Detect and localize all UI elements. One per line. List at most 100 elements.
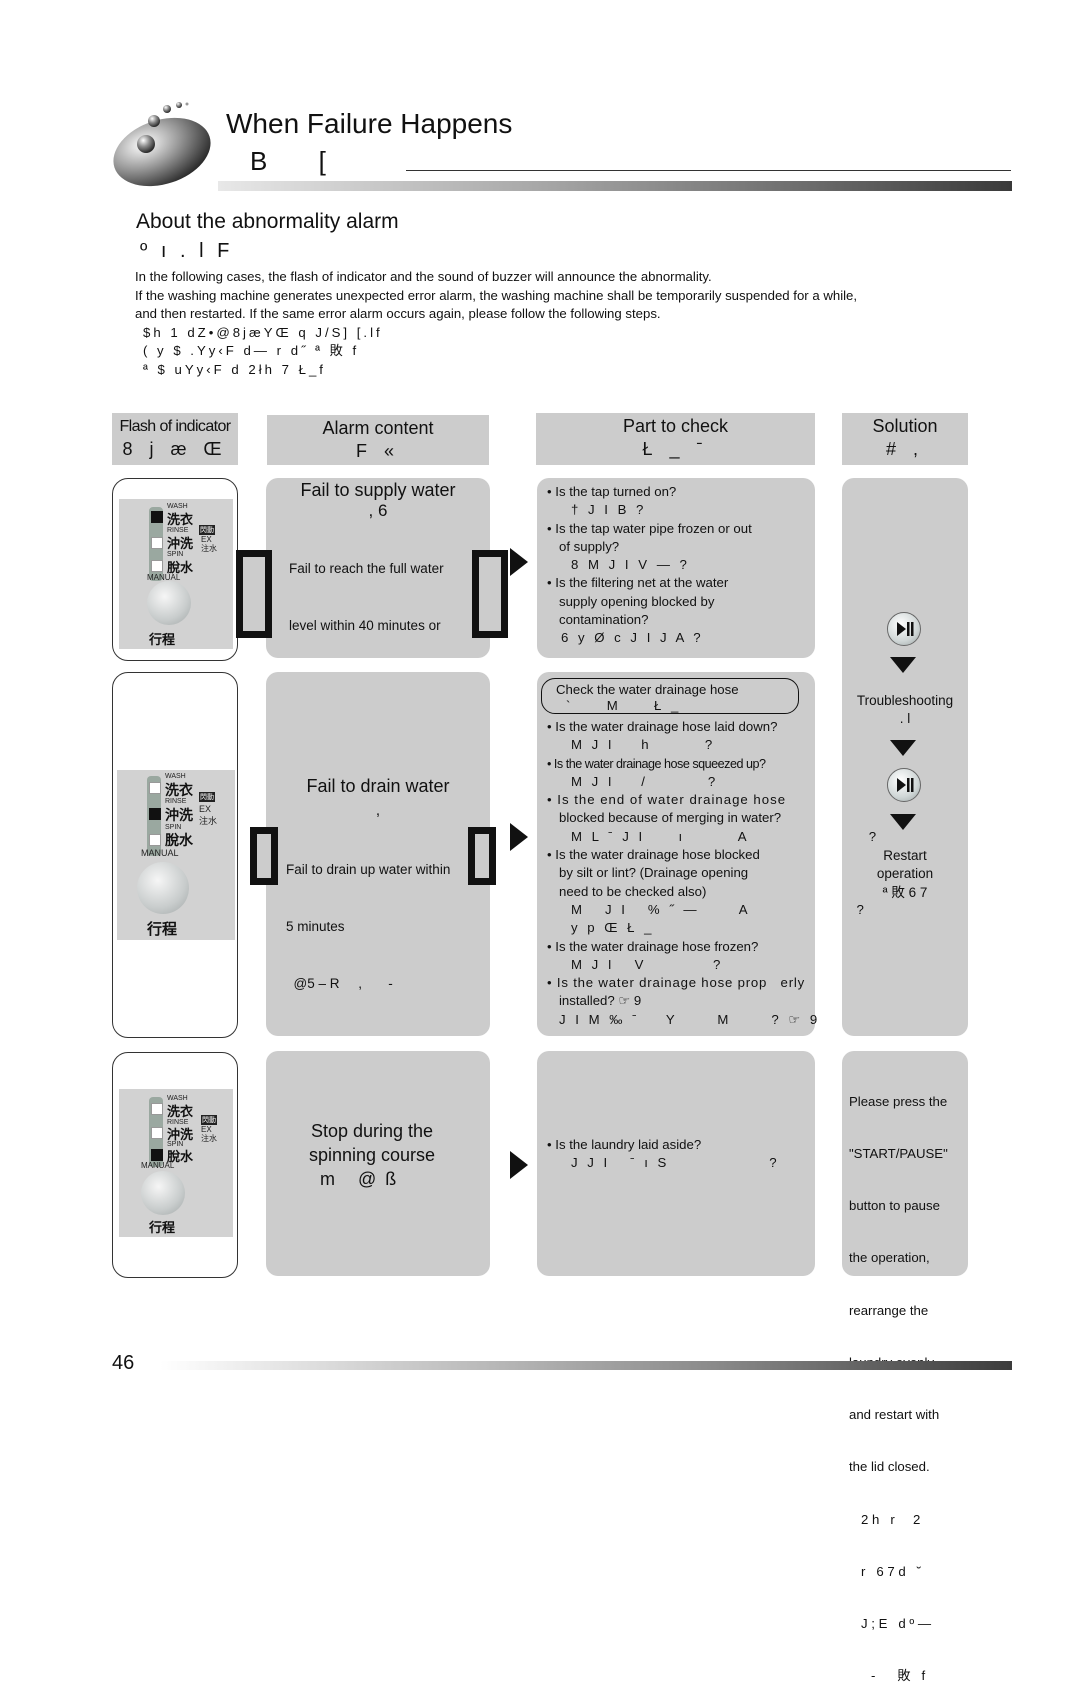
header-en: Solution — [872, 416, 938, 436]
solution-step-zh: . l — [899, 711, 911, 726]
arrow-down-icon — [890, 657, 916, 673]
bracket-left — [250, 827, 278, 885]
header-en: Flash of indicator — [119, 418, 231, 435]
check-item: • Is the end of water drainage hose — [547, 792, 787, 808]
section-title: About the abnormality alarm — [136, 210, 399, 233]
header-solution: Solution # , — [842, 413, 968, 465]
arrow-down-icon — [890, 814, 916, 830]
wash-led — [149, 782, 161, 794]
header-en: Part to check — [622, 416, 729, 436]
arrow-right-icon — [510, 548, 528, 576]
arrow-down-icon — [890, 740, 916, 756]
check-item-zh: M J I / ? — [571, 773, 719, 789]
header-zh: 8 j æ Œ — [122, 439, 228, 459]
alarm-title-zh: , 6 — [368, 501, 388, 520]
course-label: 行程 — [149, 1220, 176, 1235]
header-gradient-bar — [218, 181, 1012, 191]
solution-step-troubleshooting: Troubleshooting — [856, 693, 954, 708]
check-item: • Is the water drainage hose frozen? — [547, 938, 759, 954]
check-item: • Is the water drainage hose laid down? — [547, 719, 778, 734]
manual-label: MANUAL — [141, 1161, 175, 1170]
check-item-zh: † J I B ? — [571, 502, 647, 518]
alarm-box-spin: Stop during the spinning course m @ ß — [266, 1051, 490, 1276]
spin-led — [151, 560, 163, 572]
check-item-zh: M J I h ? — [571, 737, 716, 753]
header-alarm-content: Alarm content F « — [267, 415, 489, 465]
check-box-spin: • Is the laundry laid aside? J J I ˉ ı S… — [537, 1051, 815, 1276]
bracket-right — [468, 827, 496, 885]
check-item-zh: 8 M J I V — ? — [571, 557, 690, 573]
rinse-label-zh: 沖洗 — [167, 536, 194, 551]
check-item-cont: installed? ☞ 9 — [547, 992, 815, 1010]
alarm-desc-line: 5 minutes — [286, 919, 345, 934]
header-flash-of-indicator: Flash of indicator 8 j æ Œ — [112, 413, 238, 465]
solution-line: r 6 7 d ˘ — [861, 1563, 922, 1579]
header-zh: Ł _ ˉ — [642, 439, 709, 459]
footer-gradient-bar — [160, 1361, 1012, 1370]
check-item: • Is the laundry laid aside? — [547, 1137, 702, 1152]
alarm-title-line2: spinning course — [308, 1145, 436, 1165]
rinse-label-zh: 沖洗 — [165, 807, 193, 823]
intro-line: and then restarted. If the same error al… — [135, 306, 661, 322]
alarm-desc-line: Fail to drain up water within — [286, 862, 451, 877]
ex-label-zh: 注水 — [201, 544, 217, 553]
page-title: When Failure Happens — [226, 108, 513, 139]
header-part-to-check: Part to check Ł _ ˉ — [536, 413, 815, 465]
ex-label-zh: 注水 — [201, 1134, 217, 1143]
wash-led-flashing — [151, 511, 163, 523]
alarm-title-zh: , — [375, 802, 381, 819]
start-pause-button-icon — [887, 768, 921, 802]
alarm-desc-line: Fail to reach the full water — [289, 561, 444, 576]
arrow-right-icon — [510, 823, 528, 851]
check-item-zh: J I M ‰ ˉ Y M ? ☞ 9 — [559, 1011, 821, 1027]
check-heading: Check the water drainage hose — [556, 682, 739, 697]
wash-label-zh: 洗衣 — [167, 1104, 194, 1119]
check-item-cont: supply opening blocked by — [559, 593, 715, 609]
ex-label: EX — [199, 804, 212, 814]
intro-line: $h 1 dZ•@8jæYŒ q J/S] [.lf — [143, 324, 383, 340]
start-pause-button-icon — [887, 612, 921, 646]
check-item: • Is the tap water pipe frozen or out — [547, 520, 752, 536]
check-item-cont: contamination? — [559, 612, 649, 628]
indicator-frame-row3: WASH 洗衣 RINSE 沖洗 SPIN 脫水 閃動 EX 注水 MANUAL… — [112, 1052, 238, 1278]
arrow-right-icon — [510, 1151, 528, 1179]
page-number: 46 — [112, 1352, 135, 1374]
check-item-zh: M J I % ˝ — A ? — [571, 901, 867, 917]
solution-step-restart-2: operation — [876, 866, 934, 881]
solution-line: "START/PAUSE" — [849, 1146, 948, 1162]
alarm-desc-line: @5 – R , - — [286, 976, 393, 991]
solution-box-shared: Troubleshooting . l Restart operation ª … — [842, 478, 968, 1036]
check-box-drain: Check the water drainage hose ` M Ł _ • … — [537, 672, 880, 1036]
course-dial-icon — [137, 862, 189, 914]
header-zh: F « — [355, 441, 400, 461]
check-item-cont: need to be checked also) — [559, 883, 707, 899]
indicator-panel: WASH 洗衣 RINSE 沖洗 SPIN 脫水 閃動 EX 注水 MANUAL… — [117, 770, 235, 940]
check-heading-box: Check the water drainage hose ` M Ł _ — [541, 678, 799, 714]
alarm-desc: Fail to drain up water within 5 minutes … — [286, 822, 450, 1031]
check-item-cont: by silt or lint? (Drainage opening — [559, 865, 749, 881]
check-item-zh: J J I ˉ ı S ? — [571, 1155, 780, 1171]
ex-badge: 閃動 — [201, 1115, 217, 1125]
check-item: • Is the filtering net at the water — [547, 575, 729, 591]
section-subtitle: º ı . l F — [140, 240, 234, 262]
solution-step-restart: Restart — [883, 848, 927, 863]
check-item-zh: M L ˉ J I ı A ? — [571, 828, 880, 844]
spin-label-zh: 脫水 — [165, 832, 193, 848]
intro-line: ( y $ .Yy‹F d— r d˝ ª 敗 f — [143, 343, 360, 359]
solution-line: - 敗 f — [871, 1668, 926, 1684]
check-item: • Is the water drainage hose blocked — [547, 847, 760, 863]
solution-box-spin: Please press the "START/PAUSE" button to… — [842, 1051, 968, 1683]
header-en: Alarm content — [322, 418, 434, 438]
intro-line: ª $ uYy‹F d 2łh 7 Ł_f — [143, 361, 326, 377]
wash-label-zh: 洗衣 — [167, 512, 194, 527]
solution-line: 2 h r 2 — [861, 1511, 921, 1527]
solution-line: the lid closed. — [849, 1459, 930, 1475]
ex-label-zh: 注水 — [199, 816, 218, 826]
alarm-desc-line: level within 40 minutes or — [289, 618, 441, 633]
check-item-zh: M J I V ? — [571, 956, 724, 972]
intro-line: In the following cases, the flash of ind… — [135, 269, 712, 284]
rinse-led-flashing — [149, 808, 161, 820]
reference-link[interactable]: installed? ☞ 9 — [559, 993, 641, 1008]
rinse-led — [151, 537, 163, 549]
ex-badge: 閃動 — [199, 792, 215, 802]
